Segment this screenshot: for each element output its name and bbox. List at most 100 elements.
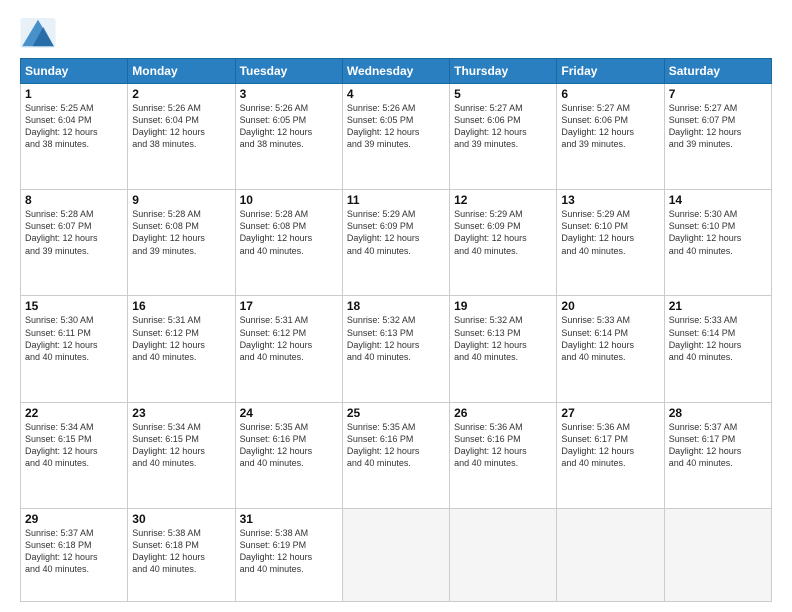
day-number: 27	[561, 406, 659, 420]
day-number: 20	[561, 299, 659, 313]
calendar-day-cell	[342, 508, 449, 601]
day-number: 16	[132, 299, 230, 313]
day-number: 24	[240, 406, 338, 420]
calendar-day-cell: 13Sunrise: 5:29 AMSunset: 6:10 PMDayligh…	[557, 190, 664, 296]
calendar-day-header: Monday	[128, 59, 235, 84]
day-number: 14	[669, 193, 767, 207]
day-info: Sunrise: 5:32 AMSunset: 6:13 PMDaylight:…	[454, 314, 552, 363]
calendar-day-cell: 14Sunrise: 5:30 AMSunset: 6:10 PMDayligh…	[664, 190, 771, 296]
page: SundayMondayTuesdayWednesdayThursdayFrid…	[0, 0, 792, 612]
calendar-day-cell: 3Sunrise: 5:26 AMSunset: 6:05 PMDaylight…	[235, 84, 342, 190]
calendar-week-row: 22Sunrise: 5:34 AMSunset: 6:15 PMDayligh…	[21, 402, 772, 508]
day-info: Sunrise: 5:26 AMSunset: 6:04 PMDaylight:…	[132, 102, 230, 151]
day-number: 4	[347, 87, 445, 101]
day-info: Sunrise: 5:27 AMSunset: 6:07 PMDaylight:…	[669, 102, 767, 151]
day-info: Sunrise: 5:37 AMSunset: 6:17 PMDaylight:…	[669, 421, 767, 470]
day-info: Sunrise: 5:36 AMSunset: 6:16 PMDaylight:…	[454, 421, 552, 470]
day-number: 9	[132, 193, 230, 207]
day-info: Sunrise: 5:29 AMSunset: 6:10 PMDaylight:…	[561, 208, 659, 257]
day-info: Sunrise: 5:28 AMSunset: 6:08 PMDaylight:…	[240, 208, 338, 257]
calendar: SundayMondayTuesdayWednesdayThursdayFrid…	[20, 58, 772, 602]
calendar-day-cell: 12Sunrise: 5:29 AMSunset: 6:09 PMDayligh…	[450, 190, 557, 296]
calendar-day-cell: 27Sunrise: 5:36 AMSunset: 6:17 PMDayligh…	[557, 402, 664, 508]
calendar-day-cell: 6Sunrise: 5:27 AMSunset: 6:06 PMDaylight…	[557, 84, 664, 190]
calendar-day-header: Tuesday	[235, 59, 342, 84]
calendar-day-cell: 31Sunrise: 5:38 AMSunset: 6:19 PMDayligh…	[235, 508, 342, 601]
day-info: Sunrise: 5:25 AMSunset: 6:04 PMDaylight:…	[25, 102, 123, 151]
calendar-day-cell: 26Sunrise: 5:36 AMSunset: 6:16 PMDayligh…	[450, 402, 557, 508]
calendar-day-cell: 1Sunrise: 5:25 AMSunset: 6:04 PMDaylight…	[21, 84, 128, 190]
calendar-week-row: 15Sunrise: 5:30 AMSunset: 6:11 PMDayligh…	[21, 296, 772, 402]
day-number: 28	[669, 406, 767, 420]
calendar-header-row: SundayMondayTuesdayWednesdayThursdayFrid…	[21, 59, 772, 84]
day-info: Sunrise: 5:36 AMSunset: 6:17 PMDaylight:…	[561, 421, 659, 470]
day-number: 15	[25, 299, 123, 313]
calendar-day-cell	[450, 508, 557, 601]
calendar-day-cell	[664, 508, 771, 601]
day-number: 1	[25, 87, 123, 101]
calendar-body: 1Sunrise: 5:25 AMSunset: 6:04 PMDaylight…	[21, 84, 772, 602]
calendar-day-cell: 28Sunrise: 5:37 AMSunset: 6:17 PMDayligh…	[664, 402, 771, 508]
day-info: Sunrise: 5:37 AMSunset: 6:18 PMDaylight:…	[25, 527, 123, 576]
calendar-day-cell: 7Sunrise: 5:27 AMSunset: 6:07 PMDaylight…	[664, 84, 771, 190]
calendar-day-cell: 5Sunrise: 5:27 AMSunset: 6:06 PMDaylight…	[450, 84, 557, 190]
day-number: 22	[25, 406, 123, 420]
day-number: 7	[669, 87, 767, 101]
calendar-day-cell: 2Sunrise: 5:26 AMSunset: 6:04 PMDaylight…	[128, 84, 235, 190]
day-info: Sunrise: 5:27 AMSunset: 6:06 PMDaylight:…	[454, 102, 552, 151]
logo	[20, 18, 62, 48]
calendar-day-cell: 25Sunrise: 5:35 AMSunset: 6:16 PMDayligh…	[342, 402, 449, 508]
day-info: Sunrise: 5:31 AMSunset: 6:12 PMDaylight:…	[240, 314, 338, 363]
day-number: 8	[25, 193, 123, 207]
calendar-week-row: 8Sunrise: 5:28 AMSunset: 6:07 PMDaylight…	[21, 190, 772, 296]
calendar-day-cell: 4Sunrise: 5:26 AMSunset: 6:05 PMDaylight…	[342, 84, 449, 190]
day-info: Sunrise: 5:35 AMSunset: 6:16 PMDaylight:…	[347, 421, 445, 470]
calendar-day-header: Saturday	[664, 59, 771, 84]
calendar-day-header: Friday	[557, 59, 664, 84]
calendar-day-cell: 15Sunrise: 5:30 AMSunset: 6:11 PMDayligh…	[21, 296, 128, 402]
calendar-day-cell: 10Sunrise: 5:28 AMSunset: 6:08 PMDayligh…	[235, 190, 342, 296]
calendar-day-cell: 11Sunrise: 5:29 AMSunset: 6:09 PMDayligh…	[342, 190, 449, 296]
calendar-day-cell: 17Sunrise: 5:31 AMSunset: 6:12 PMDayligh…	[235, 296, 342, 402]
day-number: 10	[240, 193, 338, 207]
day-info: Sunrise: 5:32 AMSunset: 6:13 PMDaylight:…	[347, 314, 445, 363]
day-number: 12	[454, 193, 552, 207]
day-info: Sunrise: 5:34 AMSunset: 6:15 PMDaylight:…	[132, 421, 230, 470]
header	[20, 18, 772, 48]
calendar-day-cell: 8Sunrise: 5:28 AMSunset: 6:07 PMDaylight…	[21, 190, 128, 296]
day-number: 3	[240, 87, 338, 101]
day-number: 13	[561, 193, 659, 207]
day-number: 30	[132, 512, 230, 526]
calendar-day-cell: 16Sunrise: 5:31 AMSunset: 6:12 PMDayligh…	[128, 296, 235, 402]
day-info: Sunrise: 5:34 AMSunset: 6:15 PMDaylight:…	[25, 421, 123, 470]
day-info: Sunrise: 5:35 AMSunset: 6:16 PMDaylight:…	[240, 421, 338, 470]
calendar-day-cell: 9Sunrise: 5:28 AMSunset: 6:08 PMDaylight…	[128, 190, 235, 296]
day-number: 17	[240, 299, 338, 313]
calendar-day-header: Wednesday	[342, 59, 449, 84]
day-number: 26	[454, 406, 552, 420]
calendar-day-header: Thursday	[450, 59, 557, 84]
day-info: Sunrise: 5:30 AMSunset: 6:10 PMDaylight:…	[669, 208, 767, 257]
day-info: Sunrise: 5:33 AMSunset: 6:14 PMDaylight:…	[561, 314, 659, 363]
day-info: Sunrise: 5:38 AMSunset: 6:19 PMDaylight:…	[240, 527, 338, 576]
calendar-day-cell: 29Sunrise: 5:37 AMSunset: 6:18 PMDayligh…	[21, 508, 128, 601]
day-number: 6	[561, 87, 659, 101]
calendar-week-row: 1Sunrise: 5:25 AMSunset: 6:04 PMDaylight…	[21, 84, 772, 190]
calendar-day-cell: 24Sunrise: 5:35 AMSunset: 6:16 PMDayligh…	[235, 402, 342, 508]
calendar-day-cell: 23Sunrise: 5:34 AMSunset: 6:15 PMDayligh…	[128, 402, 235, 508]
calendar-day-cell: 21Sunrise: 5:33 AMSunset: 6:14 PMDayligh…	[664, 296, 771, 402]
calendar-day-cell: 22Sunrise: 5:34 AMSunset: 6:15 PMDayligh…	[21, 402, 128, 508]
day-number: 11	[347, 193, 445, 207]
day-info: Sunrise: 5:31 AMSunset: 6:12 PMDaylight:…	[132, 314, 230, 363]
day-number: 25	[347, 406, 445, 420]
calendar-day-header: Sunday	[21, 59, 128, 84]
calendar-day-cell: 19Sunrise: 5:32 AMSunset: 6:13 PMDayligh…	[450, 296, 557, 402]
day-number: 19	[454, 299, 552, 313]
day-info: Sunrise: 5:29 AMSunset: 6:09 PMDaylight:…	[454, 208, 552, 257]
day-number: 21	[669, 299, 767, 313]
calendar-week-row: 29Sunrise: 5:37 AMSunset: 6:18 PMDayligh…	[21, 508, 772, 601]
day-info: Sunrise: 5:30 AMSunset: 6:11 PMDaylight:…	[25, 314, 123, 363]
day-number: 23	[132, 406, 230, 420]
day-info: Sunrise: 5:27 AMSunset: 6:06 PMDaylight:…	[561, 102, 659, 151]
day-info: Sunrise: 5:26 AMSunset: 6:05 PMDaylight:…	[240, 102, 338, 151]
